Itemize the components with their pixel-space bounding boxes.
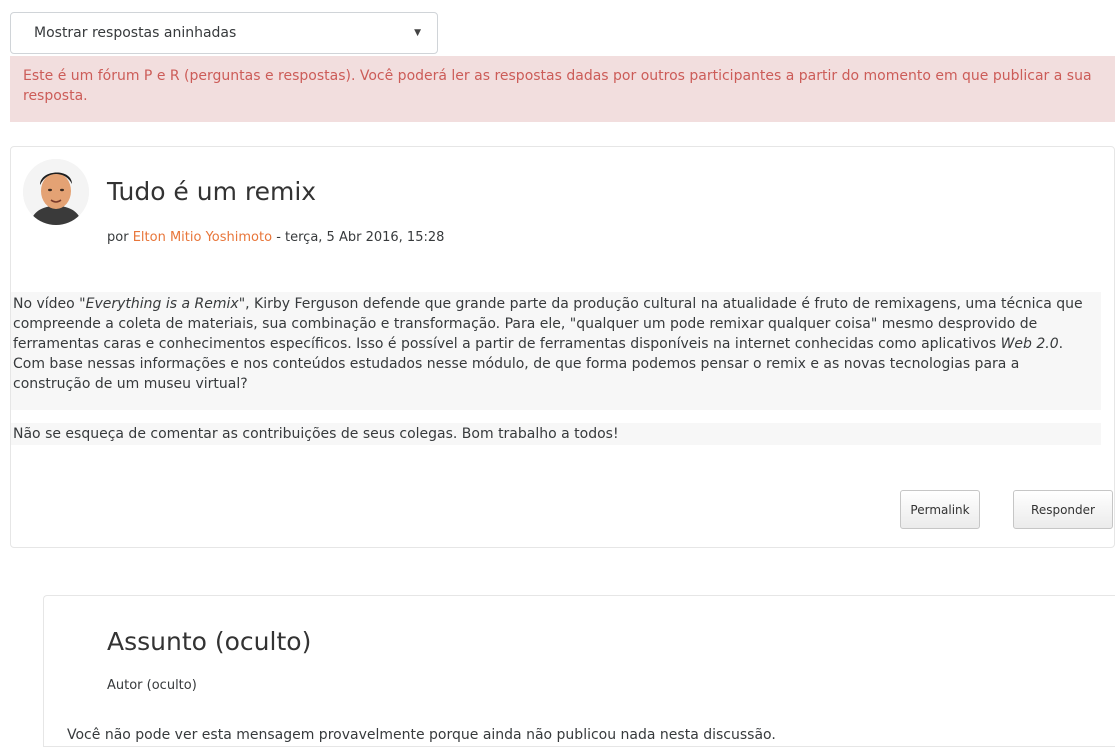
chevron-down-icon: ▼: [414, 28, 421, 38]
byline-prefix: por: [107, 230, 129, 245]
post-paragraph-1: No vídeo "Everything is a Remix", Kirby …: [11, 292, 1101, 410]
p1-emphasis-web: Web 2.0: [1000, 336, 1059, 352]
author-link[interactable]: Elton Mitio Yoshimoto: [133, 230, 272, 245]
avatar[interactable]: [23, 159, 89, 225]
p1-text-a: No vídeo ": [13, 296, 86, 312]
p1-emphasis-title: Everything is a Remix: [85, 296, 239, 312]
display-mode-selected: Mostrar respostas aninhadas: [34, 25, 237, 41]
post-date: - terça, 5 Abr 2016, 15:28: [276, 230, 445, 245]
post-byline: por Elton Mitio Yoshimoto - terça, 5 Abr…: [107, 230, 444, 245]
display-mode-select[interactable]: Mostrar respostas aninhadas ▼: [10, 12, 438, 54]
forum-post: Tudo é um remix por Elton Mitio Yoshimot…: [10, 146, 1115, 548]
qa-forum-alert: Este é um fórum P e R (perguntas e respo…: [10, 56, 1115, 122]
post-title: Tudo é um remix: [107, 177, 317, 206]
hidden-post-title: Assunto (oculto): [107, 627, 312, 656]
reply-button[interactable]: Responder: [1013, 490, 1113, 529]
permalink-button[interactable]: Permalink: [900, 490, 980, 529]
hidden-post-author: Autor (oculto): [107, 678, 197, 693]
hidden-post-message: Você não pode ver esta mensagem provavel…: [67, 727, 776, 743]
hidden-post: Assunto (oculto) Autor (oculto) Você não…: [43, 595, 1115, 747]
post-paragraph-2: Não se esqueça de comentar as contribuiç…: [11, 423, 1101, 445]
avatar-picture: [23, 159, 89, 225]
